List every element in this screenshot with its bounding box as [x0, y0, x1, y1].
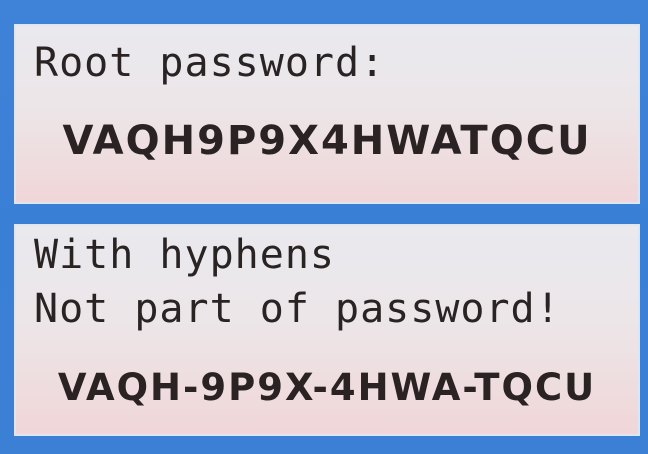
display-screen: Root password: VAQH9P9X4HWATQCU With hyp…: [0, 0, 648, 454]
root-password-label: Root password:: [34, 40, 386, 86]
hyphenated-password-panel: With hyphens Not part of password! VAQH-…: [14, 224, 640, 436]
root-password-value: VAQH9P9X4HWATQCU: [62, 118, 592, 164]
hyphenated-password-value: VAQH-9P9X-4HWA-TQCU: [57, 366, 597, 409]
hyphens-note-line-1: With hyphens: [34, 232, 335, 278]
hyphens-note-line-2: Not part of password!: [34, 286, 561, 332]
root-password-panel: Root password: VAQH9P9X4HWATQCU: [14, 24, 640, 204]
